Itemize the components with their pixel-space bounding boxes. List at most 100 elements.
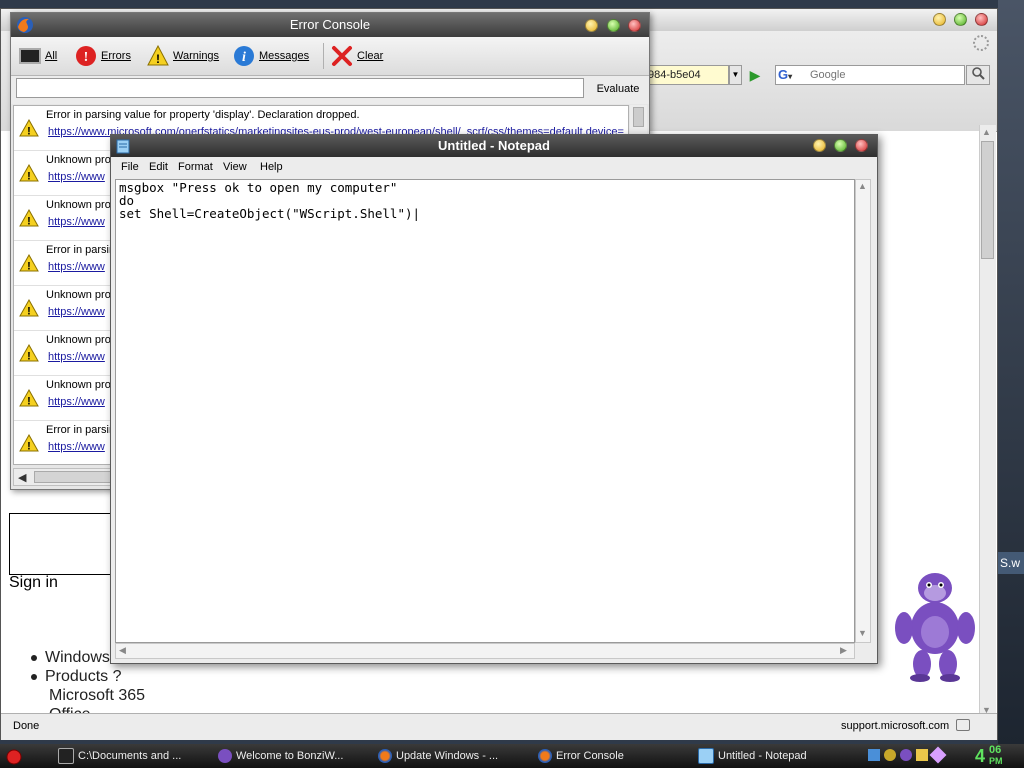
notepad-title: Untitled - Notepad <box>438 138 550 153</box>
menu-view[interactable]: View <box>219 159 251 175</box>
taskbar-item-cmd[interactable]: C:\Documents and ... <box>58 747 181 765</box>
firefox-icon <box>17 17 33 33</box>
menu-help[interactable]: Help <box>256 159 287 175</box>
scroll-up-icon[interactable]: ▲ <box>982 127 991 137</box>
error-source-link[interactable]: https://www <box>48 441 105 453</box>
evaluate-button[interactable]: Evaluate <box>591 78 645 100</box>
warning-icon: ! <box>19 299 39 317</box>
scroll-left-icon[interactable]: ◀ <box>119 645 126 656</box>
desktop-background <box>998 0 1024 745</box>
browser-maximize-button[interactable] <box>954 13 967 26</box>
error-source-link[interactable]: https://www <box>48 216 105 228</box>
notepad-icon <box>698 748 714 765</box>
filter-all-button[interactable]: All <box>19 43 57 69</box>
np-horizontal-scrollbar[interactable]: ◀ ▶ <box>115 643 855 659</box>
nav-windows[interactable]: Windows <box>31 649 110 667</box>
network-icon[interactable] <box>868 749 880 761</box>
warning-icon: ! <box>19 164 39 182</box>
svg-text:!: ! <box>27 441 31 453</box>
url-dropdown-button[interactable]: ▼ <box>729 65 742 85</box>
evaluate-input[interactable] <box>16 78 584 98</box>
nav-products[interactable]: Products ? <box>31 668 121 686</box>
error-source-link[interactable]: https://www <box>48 351 105 363</box>
search-engine-selector[interactable]: G▾ <box>778 67 804 83</box>
svg-text:!: ! <box>156 52 160 66</box>
warning-icon: ! <box>19 389 39 407</box>
error-source-link[interactable]: https://www <box>48 396 105 408</box>
clear-icon <box>332 46 352 67</box>
start-button-icon[interactable] <box>6 749 22 765</box>
svg-text:!: ! <box>27 216 31 228</box>
taskbar-item-firefox-update[interactable]: Update Windows - ... <box>378 747 498 765</box>
error-console-titlebar[interactable]: Error Console <box>11 13 649 37</box>
clear-button[interactable]: Clear <box>331 43 383 69</box>
tray-app-icon[interactable] <box>916 749 928 761</box>
error-source-link[interactable]: https://www <box>48 261 105 273</box>
error-message: Unknown pro <box>46 379 111 391</box>
bonzi-buddy-character[interactable] <box>890 566 980 682</box>
menu-edit[interactable]: Edit <box>145 159 172 175</box>
task-label: Error Console <box>556 750 624 762</box>
scroll-thumb[interactable] <box>633 107 644 127</box>
scroll-down-icon[interactable]: ▼ <box>858 628 867 638</box>
notepad-text-area[interactable]: msgbox "Press ok to open my computer" do… <box>115 179 855 643</box>
taskbar-item-error-console[interactable]: Error Console <box>538 747 624 765</box>
browser-minimize-button[interactable] <box>933 13 946 26</box>
scroll-left-icon[interactable]: ◀ <box>18 471 26 484</box>
error-source-link[interactable]: https://www <box>48 171 105 183</box>
np-maximize-button[interactable] <box>834 139 847 152</box>
scroll-right-icon[interactable]: ▶ <box>840 645 847 656</box>
search-box[interactable]: G▾ <box>775 65 965 85</box>
svg-text:!: ! <box>84 50 89 65</box>
taskbar: C:\Documents and ... Welcome to BonziW..… <box>0 744 1024 768</box>
google-logo-icon: G <box>778 67 789 82</box>
clock[interactable]: 4 06 PM <box>975 745 1003 767</box>
search-button[interactable] <box>966 65 990 85</box>
cmd-icon <box>58 748 74 765</box>
np-vertical-scrollbar[interactable]: ▲ ▼ <box>855 179 871 643</box>
nav-microsoft-365[interactable]: Microsoft 365 <box>49 687 145 705</box>
warning-icon: ! <box>19 344 39 362</box>
filter-warnings-button[interactable]: ! Warnings <box>147 43 219 69</box>
page-box <box>9 513 111 575</box>
error-icon: ! <box>76 46 96 67</box>
sign-in-link[interactable]: Sign in <box>9 574 58 592</box>
tray-app-icon[interactable] <box>884 749 896 761</box>
notepad-menubar: File Edit Format View Help <box>111 157 877 177</box>
browser-close-button[interactable] <box>975 13 988 26</box>
notepad-titlebar[interactable]: Untitled - Notepad <box>111 135 877 157</box>
svg-text:!: ! <box>27 261 31 273</box>
scroll-thumb[interactable] <box>981 141 994 259</box>
scroll-up-icon[interactable]: ▲ <box>858 181 867 191</box>
filter-messages-button[interactable]: i Messages <box>233 43 309 69</box>
bonzi-tray-icon[interactable] <box>900 749 912 761</box>
warning-icon: ! <box>147 45 169 66</box>
wand-icon[interactable] <box>929 746 947 764</box>
ec-close-button[interactable] <box>628 19 641 32</box>
np-minimize-button[interactable] <box>813 139 826 152</box>
taskbar-item-notepad[interactable]: Untitled - Notepad <box>698 747 807 765</box>
filter-errors-button[interactable]: ! Errors <box>75 43 131 69</box>
bullet <box>31 673 37 680</box>
task-label: C:\Documents and ... <box>78 750 182 762</box>
ec-maximize-button[interactable] <box>607 19 620 32</box>
menu-format[interactable]: Format <box>174 159 217 175</box>
np-close-button[interactable] <box>855 139 868 152</box>
browser-vertical-scrollbar[interactable]: ▲ ▼ <box>979 125 996 721</box>
error-message: Error in parsin <box>46 244 116 256</box>
error-console-toolbar: All ! Errors ! Warnings i Messages Clear <box>11 37 649 76</box>
search-input[interactable] <box>810 66 960 84</box>
taskbar-item-bonzi[interactable]: Welcome to BonziW... <box>218 747 343 765</box>
all-icon <box>19 48 41 65</box>
error-source-link[interactable]: https://www <box>48 306 105 318</box>
error-message: Unknown pro <box>46 199 111 211</box>
url-text: 984-b5e04 <box>648 69 701 81</box>
clear-label: Clear <box>357 50 384 62</box>
error-message: Error in parsing value for property 'dis… <box>46 109 360 121</box>
menu-file[interactable]: File <box>117 159 143 175</box>
ec-minimize-button[interactable] <box>585 19 598 32</box>
go-button[interactable]: ▶ <box>745 66 765 84</box>
warning-icon: ! <box>19 209 39 227</box>
url-bar[interactable]: 984-b5e04 <box>641 65 729 85</box>
toolbar-divider <box>323 43 324 69</box>
